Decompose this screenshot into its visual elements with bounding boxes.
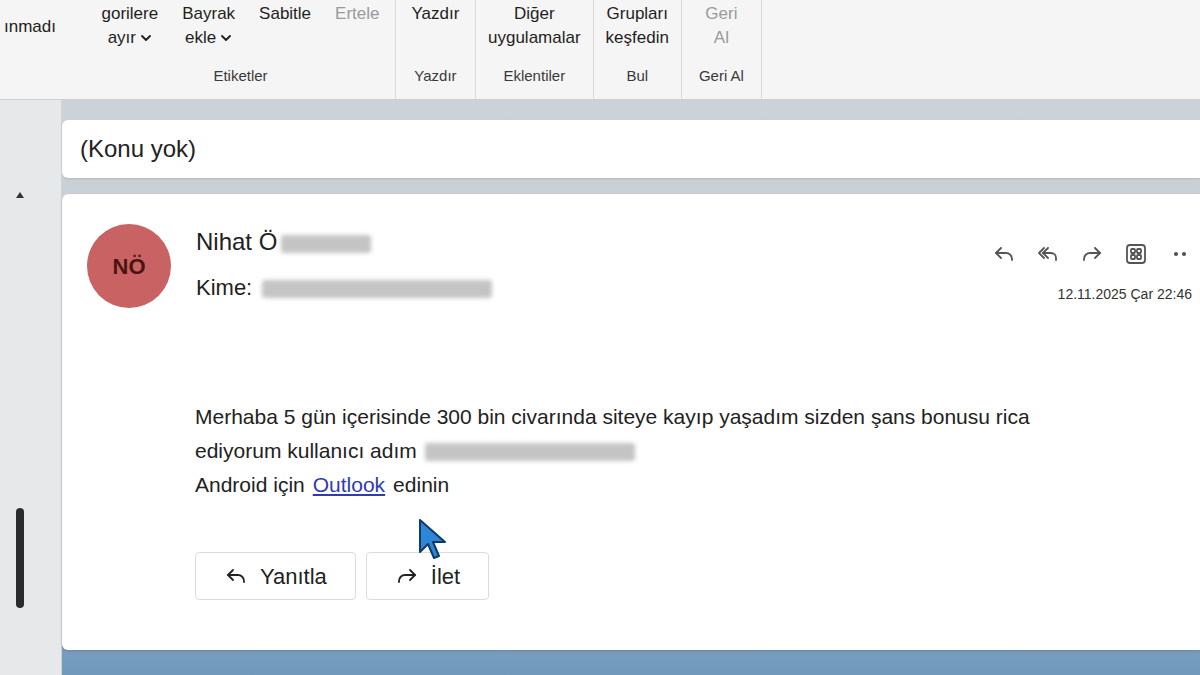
button-label: Yanıtla [260, 560, 327, 593]
ribbon-group-label: Bul [606, 65, 669, 88]
ribbon-button[interactable]: Bayrakekle [182, 2, 235, 50]
ribbon-group-buttons: GeriAl [694, 2, 749, 50]
redacted-block [425, 443, 635, 461]
avatar-initials: NÖ [113, 250, 146, 283]
ribbon: ınmadı gorilereayır Bayrakekle Sabitle Ertel… [0, 0, 1200, 100]
ribbon-group-buttons: Yazdır [408, 2, 463, 26]
ribbon-button-line: Geri [705, 2, 737, 26]
ribbon-button-line: gorilere [101, 2, 158, 26]
ribbon-button-line: Bayrak [182, 2, 235, 26]
sender-info: Nihat Ö Kime: [196, 224, 492, 306]
ribbon-button-line: ayır [108, 26, 152, 50]
ribbon-button-text: keşfedin [606, 26, 669, 50]
ribbon-button-text: Grupları [607, 2, 668, 26]
reply-button[interactable]: Yanıtla [195, 552, 356, 600]
ribbon-group-label: Geri Al [694, 65, 749, 88]
ribbon-button-text: Sabitle [259, 2, 311, 26]
scroll-up-icon[interactable] [16, 192, 24, 198]
ribbon-button-line: Diğer [514, 2, 555, 26]
more-icon[interactable] [1168, 242, 1192, 266]
redacted-block [262, 280, 492, 298]
ribbon-group: GeriAlGeri Al [682, 0, 762, 99]
ribbon-group: Yazdır Yazdır [396, 0, 476, 99]
signature-text: edinin [393, 468, 449, 502]
outlook-window: ınmadı gorilereayır Bayrakekle Sabitle Ertel… [0, 0, 1200, 675]
ribbon-button-line: Yazdır [412, 2, 460, 26]
message-card: NÖ Nihat Ö Kime: 12.11.2025 Çar 22:46 Merhab… [62, 194, 1200, 650]
ribbon-button-line: uygulamalar [488, 26, 581, 50]
ribbon-button-text: Yazdır [412, 2, 460, 26]
folder-strip [0, 100, 62, 675]
sender-name[interactable]: Nihat Ö [196, 228, 277, 255]
ribbon-group-buttons: Diğeruygulamalar [488, 2, 581, 50]
ribbon-button-text: Bayrak [182, 2, 235, 26]
ribbon-button-line: ekle [185, 26, 232, 50]
ribbon-group-label: Yazdır [408, 65, 463, 88]
ribbon-button[interactable]: Ertele [335, 2, 379, 26]
ribbon-group-label: Etiketler [98, 65, 383, 88]
reply-all-icon[interactable] [1036, 242, 1060, 266]
ribbon-button-line: Grupları [607, 2, 668, 26]
reply-icon [224, 564, 248, 588]
ribbon-button-text: Diğer [514, 2, 555, 26]
scrollbar-thumb[interactable] [16, 508, 24, 608]
chevron-down-icon[interactable] [140, 32, 152, 44]
ribbon-button-text: Ertele [335, 2, 379, 26]
ribbon-button-line: Ertele [335, 2, 379, 26]
reply-icon[interactable] [992, 242, 1016, 266]
message-actions [992, 242, 1192, 266]
body-line: Merhaba 5 gün içerisinde 300 bin civarın… [195, 400, 1192, 434]
forward-icon[interactable] [1080, 242, 1104, 266]
ribbon-button[interactable]: ınmadı [0, 0, 86, 99]
ribbon-button[interactable]: Diğeruygulamalar [488, 2, 581, 50]
reading-pane: (Konu yok) NÖ Nihat Ö Kime: 12.11.2025 Çar 2… [62, 100, 1200, 675]
mouse-cursor-icon [418, 518, 448, 560]
ribbon-group: Diğeruygulamalar Eklentiler [476, 0, 594, 99]
chevron-down-icon[interactable] [220, 32, 232, 44]
ribbon-button[interactable]: Yazdır [412, 2, 460, 26]
signature-line: Android içinOutlookedinin [195, 468, 1192, 502]
ribbon-button-text: ayır [108, 26, 136, 50]
ribbon-button[interactable]: Gruplarıkeşfedin [606, 2, 669, 50]
outlook-link[interactable]: Outlook [313, 468, 385, 502]
message-body: Merhaba 5 gün içerisinde 300 bin civarın… [87, 400, 1192, 502]
ribbon-group-buttons: gorilereayır Bayrakekle Sabitle Ertele [98, 2, 383, 50]
message-header: NÖ Nihat Ö Kime: 12.11.2025 Çar 22:46 [87, 224, 1192, 308]
sender-line: Nihat Ö [196, 224, 492, 260]
body-text: Merhaba 5 gün içerisinde 300 bin civarın… [195, 405, 1030, 428]
signature-text: Android için [195, 468, 305, 502]
ribbon-button-line: Al [714, 26, 729, 50]
forward-icon [395, 564, 419, 588]
ribbon-button[interactable]: gorilereayır [101, 2, 158, 50]
ribbon-button-line: keşfedin [606, 26, 669, 50]
message-date: 12.11.2025 Çar 22:46 [1058, 284, 1192, 305]
ribbon-button-text: Al [714, 26, 729, 50]
subject-text: (Konu yok) [80, 131, 196, 167]
body-text: ediyorum kullanıcı adım [195, 439, 417, 462]
button-label: İlet [431, 560, 460, 593]
message-meta: 12.11.2025 Çar 22:46 [992, 224, 1192, 305]
reading-area: (Konu yok) NÖ Nihat Ö Kime: 12.11.2025 Çar 2… [0, 100, 1200, 675]
ribbon-group: Gruplarıkeşfedin Bul [594, 0, 682, 99]
ribbon-button-text: uygulamalar [488, 26, 581, 50]
ribbon-group-label: Eklentiler [488, 65, 581, 88]
body-line: ediyorum kullanıcı adım [195, 434, 1192, 468]
ribbon-group-buttons: Gruplarıkeşfedin [606, 2, 669, 50]
ribbon-button-text: Geri [705, 2, 737, 26]
forward-button[interactable]: İlet [366, 552, 489, 600]
recipient-line: Kime: [196, 270, 492, 306]
ribbon-button[interactable]: GeriAl [705, 2, 737, 50]
ribbon-button[interactable]: Sabitle [259, 2, 311, 26]
subject-header: (Konu yok) [62, 120, 1200, 178]
ribbon-button-line: Sabitle [259, 2, 311, 26]
sender-avatar[interactable]: NÖ [87, 224, 171, 308]
apps-icon[interactable] [1124, 242, 1148, 266]
ribbon-group: gorilereayır Bayrakekle Sabitle Ertele Etike… [86, 0, 396, 99]
ribbon-button-text: ekle [185, 26, 216, 50]
reply-bar: Yanıtla İlet [87, 552, 1192, 600]
to-label: Kime: [196, 275, 252, 300]
ribbon-button-text: gorilere [101, 2, 158, 26]
redacted-block [281, 235, 371, 253]
